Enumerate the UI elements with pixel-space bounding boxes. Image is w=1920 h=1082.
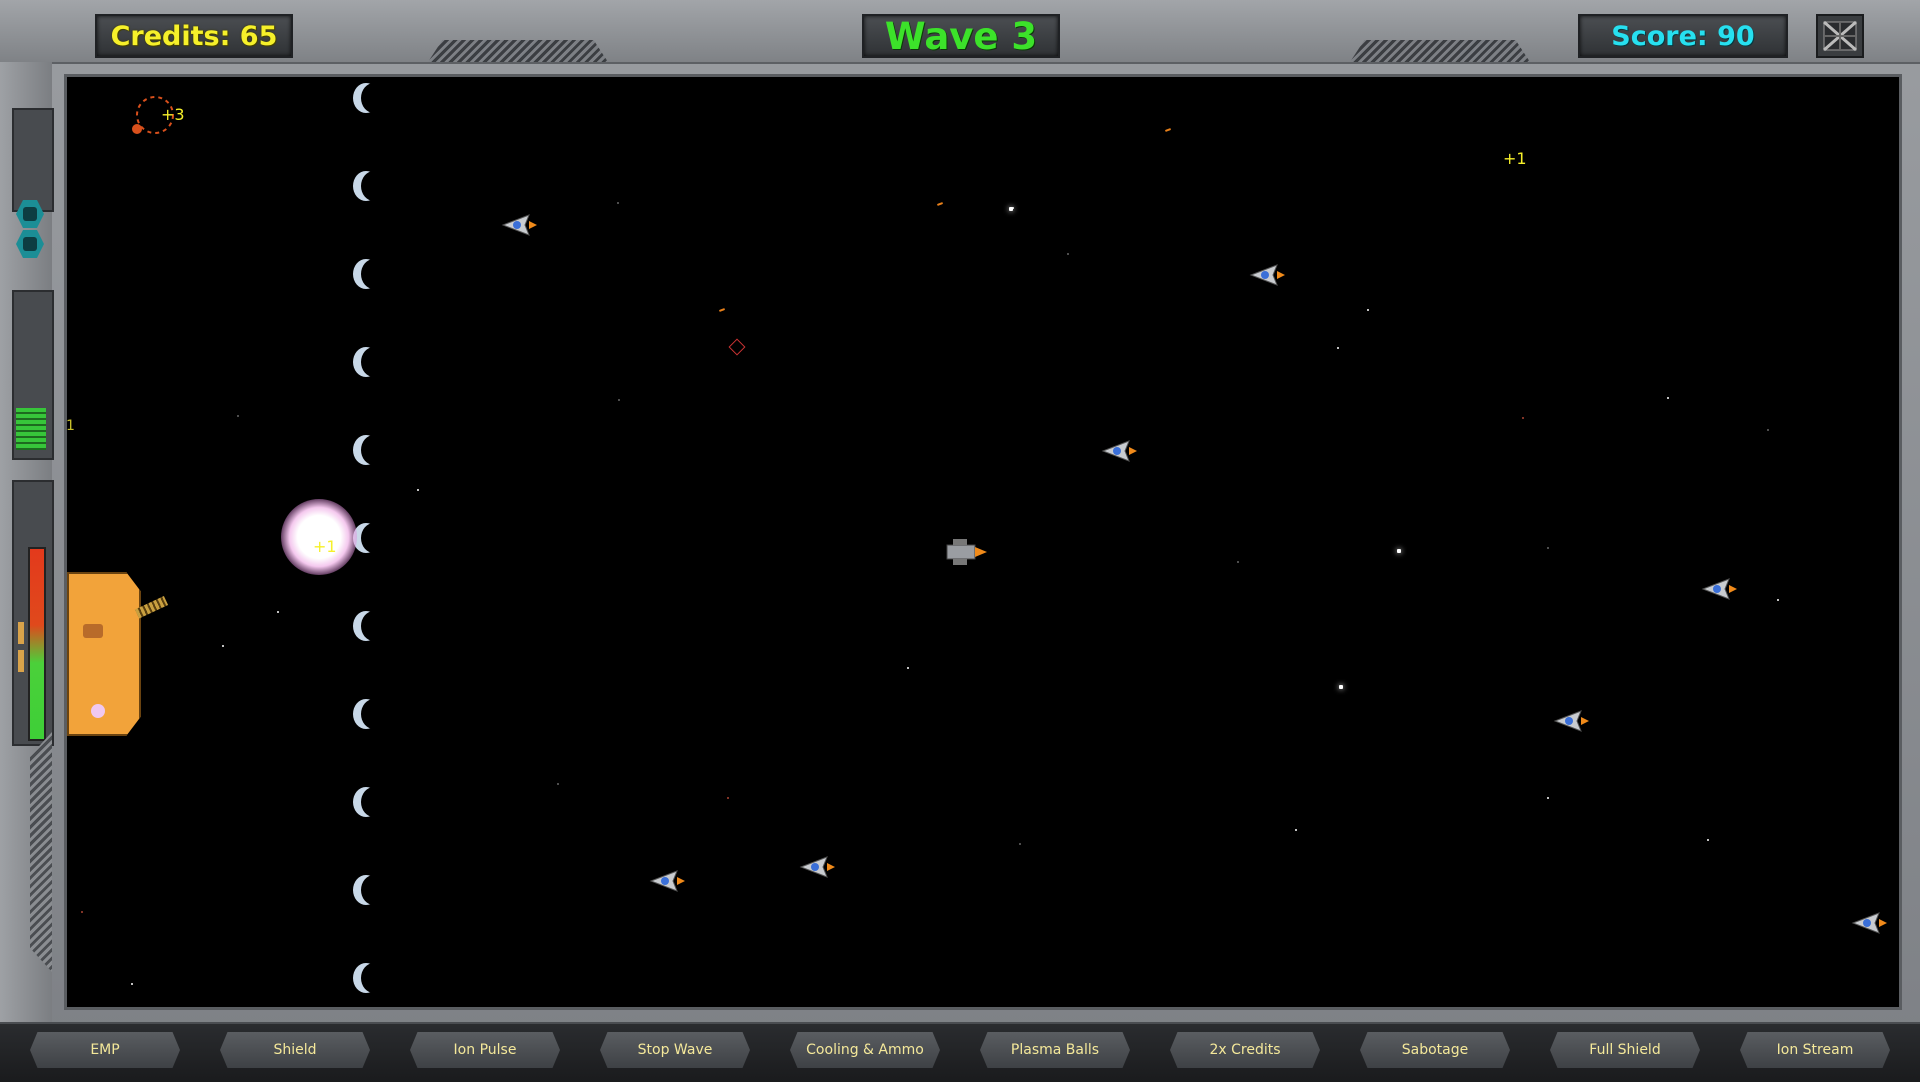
star [277,611,279,613]
star [1009,207,1013,211]
ammo-shell-icon [18,650,24,672]
shield-barrier-segment [361,787,387,817]
star [222,645,224,647]
enemy-fighter-icon[interactable] [1699,575,1737,603]
star [1667,397,1669,399]
ability-emp-button[interactable]: EMP [30,1032,180,1068]
laser-bolt [936,202,944,206]
reward-popup: +3 [161,105,185,124]
ability-ion-stream-button[interactable]: Ion Stream [1740,1032,1890,1068]
game-playfield[interactable]: +3 +1 +1 [64,74,1902,1010]
enemy-fighter-icon[interactable] [1849,909,1887,937]
energy-level-bars [16,408,46,450]
menu-button[interactable] [1816,14,1864,58]
shield-barrier-segment [361,699,387,729]
star [1019,843,1021,845]
shield-barrier-segment [361,523,387,553]
star [618,399,620,401]
star [1237,561,1239,563]
reward-popup: +1 [313,537,337,556]
top-vent-right [1350,40,1530,62]
star [417,489,419,491]
ability-plasma-balls-button[interactable]: Plasma Balls [980,1032,1130,1068]
star [1547,797,1549,799]
enemy-bomber-icon[interactable] [943,535,989,569]
shield-barrier-segment [361,875,387,905]
shield-barrier-segment [361,347,387,377]
enemy-fighter-icon[interactable] [797,853,835,881]
ability-shield-button[interactable]: Shield [220,1032,370,1068]
star [557,783,559,785]
targeting-reticle-icon [728,338,746,356]
shield-barrier-segment [361,171,387,201]
star [1767,429,1769,431]
player-space-station [67,572,141,736]
ability-ion-pulse-button[interactable]: Ion Pulse [410,1032,560,1068]
ability-bar: EMP Shield Ion Pulse Stop Wave Cooling &… [0,1022,1920,1082]
laser-bolt [1164,128,1172,132]
station-module [83,624,103,638]
station-core [91,704,105,718]
star [727,797,729,799]
star [617,202,619,204]
ability-sabotage-button[interactable]: Sabotage [1360,1032,1510,1068]
shield-charge-icon [16,230,44,258]
shield-barrier-segment [361,259,387,289]
star [1547,547,1549,549]
status-slot-top [12,108,54,212]
star [1339,685,1343,689]
wave-display: Wave 3 [862,14,1060,58]
star [131,983,133,985]
enemy-fighter-icon[interactable] [499,211,537,239]
top-hud-bar: Credits: 65 Wave 3 Score: 90 [0,0,1920,64]
score-display: Score: 90 [1578,14,1788,58]
ammo-shell-icon [18,622,24,644]
star [1337,347,1339,349]
menu-grid-icon [1823,20,1857,52]
star [1777,599,1779,601]
star [1522,417,1524,419]
laser-bolt [718,308,726,312]
star [907,667,909,669]
shield-barrier-segment [361,435,387,465]
ability-2x-credits-button[interactable]: 2x Credits [1170,1032,1320,1068]
enemy-fighter-icon[interactable] [1551,707,1589,735]
star [1367,309,1369,311]
shield-barrier-segment [361,611,387,641]
star [1397,549,1401,553]
side-counter: 1 [66,418,75,434]
star [1067,253,1069,255]
ability-full-shield-button[interactable]: Full Shield [1550,1032,1700,1068]
star [1295,829,1297,831]
shield-barrier-segment [361,963,387,993]
heat-gauge [28,547,46,741]
top-vent-left [428,40,608,62]
star [81,911,83,913]
enemy-fighter-icon[interactable] [1247,261,1285,289]
enemy-fighter-icon[interactable] [647,867,685,895]
star [237,415,239,417]
ability-stop-wave-button[interactable]: Stop Wave [600,1032,750,1068]
ability-cooling-ammo-button[interactable]: Cooling & Ammo [790,1032,940,1068]
star [1707,839,1709,841]
shield-barrier-segment [361,83,387,113]
enemy-fighter-icon[interactable] [1099,437,1137,465]
credits-display: Credits: 65 [95,14,293,58]
reward-popup: +1 [1503,149,1527,168]
left-status-panel [0,62,54,1022]
side-vent [30,732,52,972]
